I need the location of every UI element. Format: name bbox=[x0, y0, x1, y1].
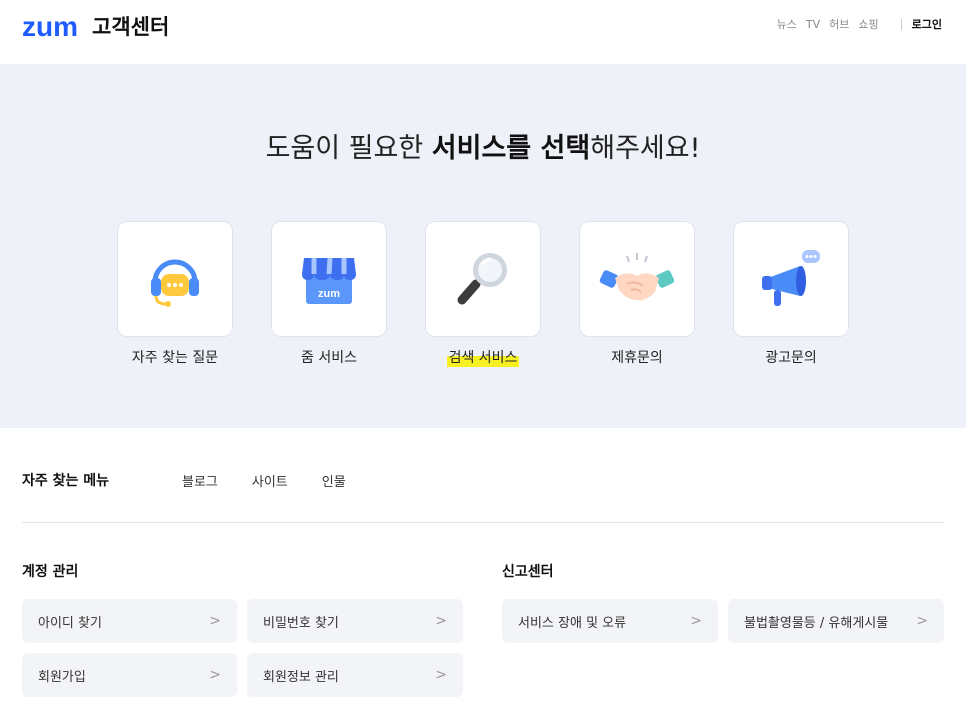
service-tile[interactable]: zum bbox=[271, 221, 387, 337]
handshake-icon bbox=[599, 253, 675, 301]
zum-logo[interactable]: zum bbox=[22, 11, 78, 43]
chevron-right-icon: > bbox=[916, 613, 928, 629]
sign-up-button[interactable]: 회원가입 > bbox=[22, 653, 237, 697]
chevron-right-icon: > bbox=[435, 667, 447, 683]
card-label: 회원가입 bbox=[38, 669, 86, 685]
top-header: zum 고객센터 뉴스 TV 허브 쇼핑 로그인 bbox=[0, 0, 966, 64]
hero-title-bold: 서비스를 선택 bbox=[431, 133, 591, 164]
card-label: 불법촬영물등 / 유해게시물 bbox=[744, 615, 889, 631]
nav-shopping[interactable]: 쇼핑 bbox=[858, 16, 878, 32]
service-label[interactable]: 제휴문의 bbox=[609, 349, 665, 367]
frequent-link-people[interactable]: 인물 bbox=[322, 471, 346, 490]
section-divider bbox=[22, 522, 944, 523]
service-zum[interactable]: zum 줌 서비스 bbox=[271, 221, 387, 367]
card-label: 아이디 찾기 bbox=[38, 615, 102, 631]
service-label[interactable]: 검색 서비스 bbox=[446, 349, 520, 367]
illegal-content-button[interactable]: 불법촬영물등 / 유해게시물 > bbox=[728, 599, 944, 643]
service-tile[interactable] bbox=[117, 221, 233, 337]
chevron-right-icon: > bbox=[435, 613, 447, 629]
service-tile[interactable] bbox=[733, 221, 849, 337]
service-select-hero: 도움이 필요한 서비스를 선택해주세요! 자주 찾는 질문 zum 줌 서비스 … bbox=[0, 64, 966, 428]
nav-divider bbox=[900, 18, 902, 30]
member-info-button[interactable]: 회원정보 관리 > bbox=[247, 653, 463, 697]
service-partnership[interactable]: 제휴문의 bbox=[579, 221, 695, 367]
customer-center-title: 고객센터 bbox=[92, 15, 170, 39]
chevron-right-icon: > bbox=[690, 613, 702, 629]
find-password-button[interactable]: 비밀번호 찾기 > bbox=[247, 599, 463, 643]
chevron-right-icon: > bbox=[209, 613, 221, 629]
service-tile[interactable] bbox=[425, 221, 541, 337]
megaphone-icon bbox=[762, 250, 820, 306]
store-icon-text: zum bbox=[318, 288, 340, 300]
card-label: 회원정보 관리 bbox=[263, 669, 339, 685]
card-label: 서비스 장애 및 오류 bbox=[518, 615, 627, 631]
service-error-button[interactable]: 서비스 장애 및 오류 > bbox=[502, 599, 718, 643]
service-tile[interactable] bbox=[579, 221, 695, 337]
find-id-button[interactable]: 아이디 찾기 > bbox=[22, 599, 237, 643]
top-nav: 뉴스 TV 허브 쇼핑 로그인 bbox=[768, 16, 942, 32]
headset-icon bbox=[151, 259, 199, 307]
service-label[interactable]: 광고문의 bbox=[763, 349, 819, 367]
service-search[interactable]: 검색 서비스 bbox=[425, 221, 541, 367]
hero-title-post: 해주세요! bbox=[590, 133, 701, 164]
account-section-title: 계정 관리 bbox=[22, 564, 79, 580]
magnifier-icon bbox=[457, 253, 507, 305]
logo[interactable]: zum 고객센터 bbox=[22, 11, 169, 43]
card-label: 비밀번호 찾기 bbox=[263, 615, 339, 631]
frequent-link-site[interactable]: 사이트 bbox=[252, 471, 288, 490]
hero-title-pre: 도움이 필요한 bbox=[265, 133, 432, 164]
store-icon: zum bbox=[302, 257, 356, 304]
report-section-title: 신고센터 bbox=[502, 564, 554, 580]
service-advertising[interactable]: 광고문의 bbox=[733, 221, 849, 367]
service-faq[interactable]: 자주 찾는 질문 bbox=[117, 221, 233, 367]
nav-news[interactable]: 뉴스 bbox=[777, 16, 797, 32]
frequent-menu-title: 자주 찾는 메뉴 bbox=[22, 473, 110, 489]
service-label[interactable]: 줌 서비스 bbox=[299, 349, 359, 367]
nav-hub[interactable]: 허브 bbox=[829, 16, 849, 32]
nav-tv[interactable]: TV bbox=[806, 18, 820, 31]
chevron-right-icon: > bbox=[209, 667, 221, 683]
login-link[interactable]: 로그인 bbox=[912, 16, 942, 32]
hero-title: 도움이 필요한 서비스를 선택해주세요! bbox=[0, 126, 966, 165]
frequent-link-blog[interactable]: 블로그 bbox=[182, 471, 218, 490]
service-label[interactable]: 자주 찾는 질문 bbox=[130, 349, 220, 367]
service-list: 자주 찾는 질문 zum 줌 서비스 검색 서비스 제휴문의 광고문의 bbox=[117, 221, 849, 367]
frequent-menu: 자주 찾는 메뉴 블로그 사이트 인물 bbox=[22, 470, 944, 490]
